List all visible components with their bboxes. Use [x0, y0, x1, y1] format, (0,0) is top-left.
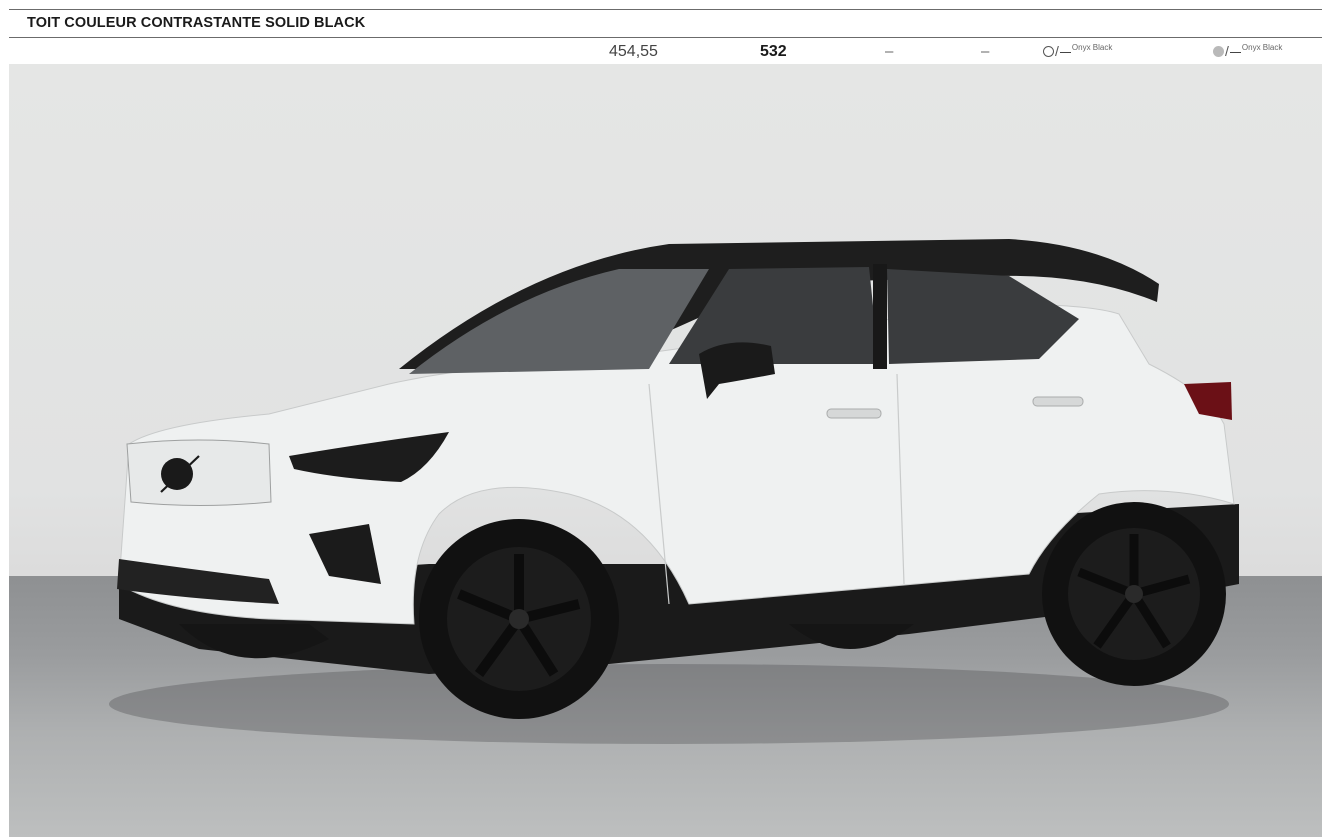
price-cell: 454,55: [609, 43, 658, 60]
section-title: TOIT COULEUR CONTRASTANTE SOLID BLACK: [27, 15, 366, 31]
top-rule: [9, 9, 1322, 10]
filled-circle-icon: [1213, 46, 1224, 57]
option-slash: /: [1055, 43, 1059, 59]
option-label: Onyx Black: [1071, 43, 1113, 52]
dash-cell-1: –: [885, 43, 894, 60]
dash-cell-2: –: [981, 43, 990, 60]
option-available: / Onyx Black: [1213, 43, 1282, 59]
car-photo: [9, 64, 1322, 837]
car-illustration: [109, 239, 1239, 744]
dash-icon: [1229, 52, 1241, 54]
open-circle-icon: [1043, 46, 1054, 57]
option-slash: /: [1225, 43, 1229, 59]
value-cell: 532: [760, 43, 787, 60]
option-label: Onyx Black: [1241, 43, 1283, 52]
dash-icon: [1059, 52, 1071, 54]
option-standard: / Onyx Black: [1043, 43, 1112, 59]
header-rule: [9, 37, 1322, 38]
